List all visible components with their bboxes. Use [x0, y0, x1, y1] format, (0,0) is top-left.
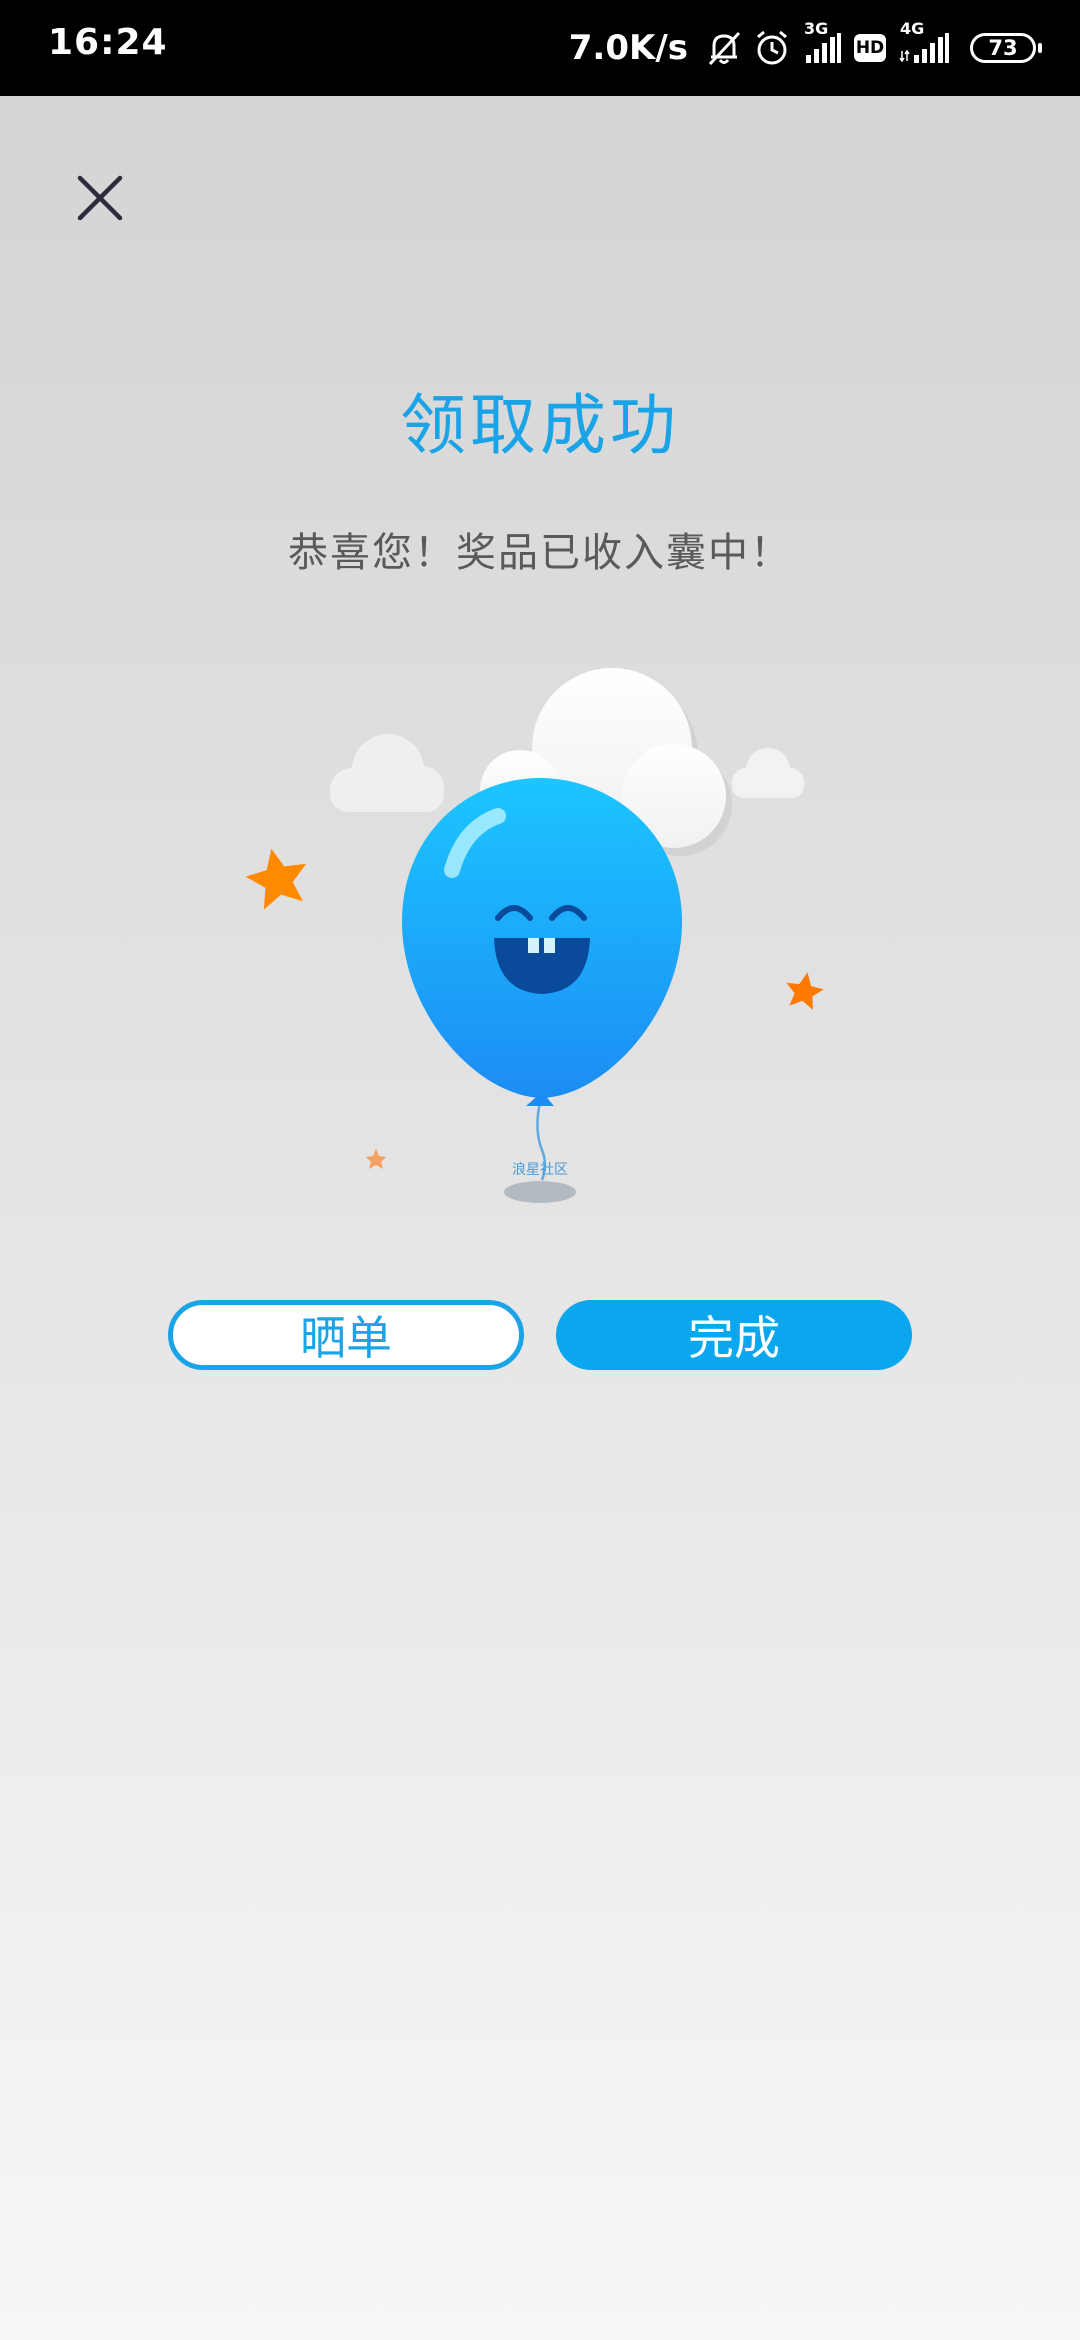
battery-icon: 73 — [970, 33, 1042, 63]
balloon-illustration: 浪星社区 — [245, 668, 824, 1203]
success-message: 恭喜您！奖品已收入囊中！ — [288, 530, 792, 576]
status-bar: 16:24 7.0K/s 3G HD 4G 73 — [0, 0, 1080, 96]
status-time: 16:24 — [48, 22, 168, 63]
illustration-caption: 浪星社区 — [512, 1162, 568, 1178]
sim1-signal: 3G — [802, 19, 842, 65]
share-button[interactable]: 晒单 — [168, 1300, 524, 1370]
sim2-network-type: 4G — [900, 19, 925, 38]
bell-off-icon — [708, 31, 741, 66]
star-icon — [245, 848, 307, 910]
status-icons: 7.0K/s 3G HD 4G 73 — [568, 0, 1042, 96]
sim1-network-type: 3G — [804, 19, 829, 38]
alarm-icon — [757, 30, 787, 65]
cloud-icon — [330, 734, 444, 812]
hd-icon: HD — [854, 34, 886, 62]
star-icon — [786, 972, 824, 1010]
balloon — [402, 778, 682, 1106]
close-button[interactable] — [60, 158, 140, 238]
sim2-signal: 4G — [898, 19, 950, 65]
cloud-icon — [732, 748, 804, 798]
close-icon — [77, 175, 123, 221]
done-button[interactable]: 完成 — [556, 1300, 912, 1370]
star-icon — [366, 1149, 386, 1169]
success-title: 领取成功 — [400, 387, 680, 464]
network-speed: 7.0K/s — [568, 28, 688, 68]
balloon-shadow — [504, 1181, 576, 1203]
